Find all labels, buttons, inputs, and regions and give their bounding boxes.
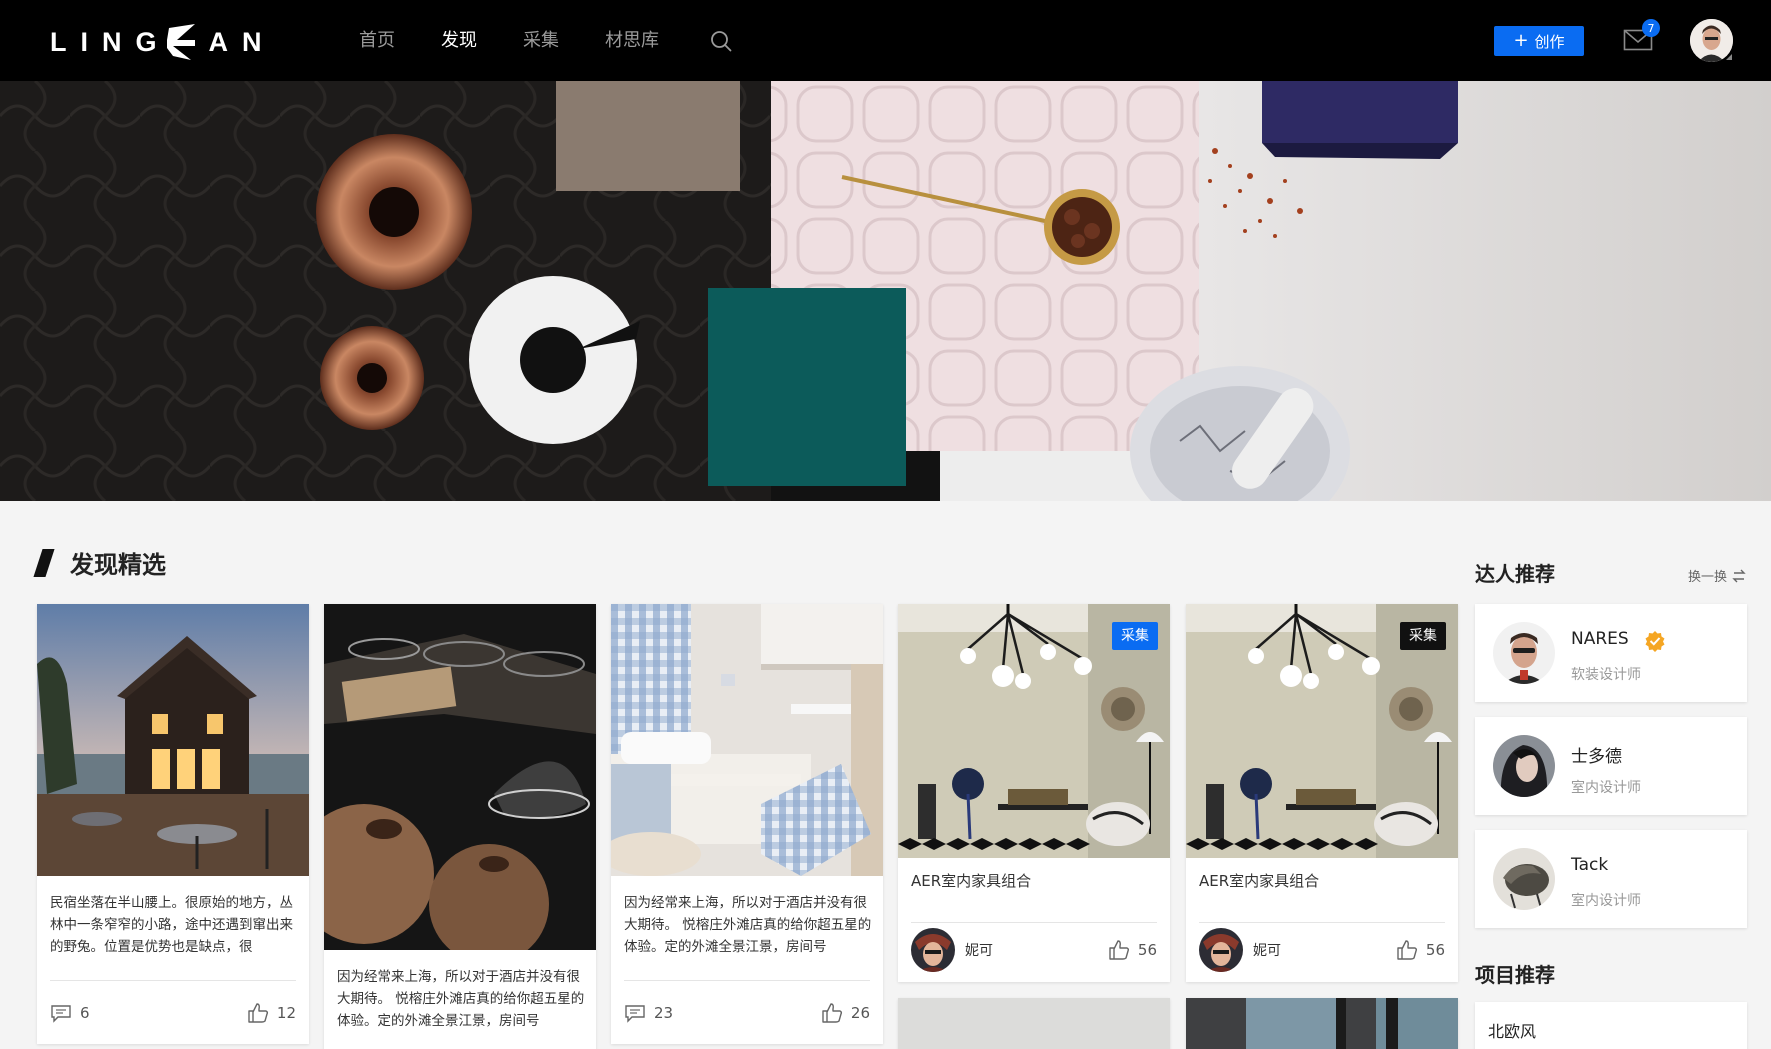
expert-card[interactable]: 士多德 室内设计师 bbox=[1475, 717, 1747, 815]
avatar-caret-icon bbox=[1726, 54, 1732, 60]
slash-accent-icon bbox=[33, 548, 55, 577]
swap-icon bbox=[1732, 569, 1746, 582]
section-heading: 发现精选 bbox=[33, 545, 166, 580]
post-image bbox=[611, 604, 883, 876]
nav-material-library[interactable]: 材思库 bbox=[605, 26, 659, 56]
collection-meta: 妮可 56 bbox=[1199, 928, 1445, 972]
author-avatar[interactable] bbox=[911, 928, 955, 972]
like-count: 26 bbox=[850, 1004, 870, 1022]
project-label: 北欧风 bbox=[1488, 1022, 1537, 1041]
like-count: 56 bbox=[1425, 941, 1445, 959]
nav-home[interactable]: 首页 bbox=[359, 26, 395, 56]
collection-card[interactable] bbox=[898, 998, 1170, 1049]
expert-card[interactable]: NARES 软装设计师 bbox=[1475, 604, 1747, 702]
post-card[interactable]: 因为经常来上海，所以对于酒店并没有很大期待。 悦榕庄外滩店真的给你超五星的体验。… bbox=[324, 604, 596, 1049]
collection-image bbox=[898, 998, 1170, 1049]
logo[interactable]: LING AN bbox=[50, 22, 276, 62]
refresh-button[interactable]: 换一换 bbox=[1688, 566, 1746, 585]
post-description: 民宿坐落在半山腰上。很原始的地方，丛林中一条窄窄的小路，途中还遇到窜出来的野兔。… bbox=[50, 895, 293, 955]
post-image bbox=[37, 604, 309, 876]
post-card[interactable]: 民宿坐落在半山腰上。很原始的地方，丛林中一条窄窄的小路，途中还遇到窜出来的野兔。… bbox=[37, 604, 309, 1044]
top-bar: LING AN 首页 发现 采集 材思库 + 创作 7 bbox=[0, 0, 1771, 81]
post-meta: 23 26 bbox=[624, 1002, 870, 1024]
collection-meta: 妮可 56 bbox=[911, 928, 1157, 972]
card-divider bbox=[624, 980, 870, 981]
search-icon[interactable] bbox=[709, 29, 733, 53]
comment-icon[interactable] bbox=[50, 1002, 72, 1024]
card-divider bbox=[1199, 922, 1445, 923]
expert-role: 室内设计师 bbox=[1571, 893, 1641, 909]
section-title: 发现精选 bbox=[70, 551, 166, 579]
post-meta: 6 12 bbox=[50, 1002, 296, 1024]
card-divider bbox=[50, 980, 296, 981]
collection-image bbox=[1186, 998, 1458, 1049]
collection-card[interactable]: 采集 AER室内家具组合 妮可 56 bbox=[898, 604, 1170, 982]
thumbs-up-icon[interactable] bbox=[821, 1002, 843, 1024]
author-name[interactable]: 妮可 bbox=[965, 940, 993, 960]
author-avatar[interactable] bbox=[1199, 928, 1243, 972]
like-count: 12 bbox=[276, 1004, 296, 1022]
notification-badge: 7 bbox=[1642, 19, 1660, 37]
author-name[interactable]: 妮可 bbox=[1253, 940, 1281, 960]
plus-icon: + bbox=[1513, 30, 1529, 51]
thumbs-up-icon[interactable] bbox=[1108, 939, 1130, 961]
collection-card[interactable] bbox=[1186, 998, 1458, 1049]
expert-role: 室内设计师 bbox=[1571, 780, 1641, 796]
hero-banner[interactable] bbox=[0, 81, 1771, 501]
post-description: 因为经常来上海，所以对于酒店并没有很大期待。 悦榕庄外滩店真的给你超五星的体验。… bbox=[337, 969, 585, 1029]
nav-collect[interactable]: 采集 bbox=[523, 26, 559, 56]
refresh-label: 换一换 bbox=[1688, 570, 1728, 585]
like-count: 56 bbox=[1137, 941, 1157, 959]
logo-mark-icon bbox=[166, 24, 195, 60]
expert-avatar bbox=[1493, 622, 1555, 684]
collection-card[interactable]: 采集 AER室内家具组合 妮可 56 bbox=[1186, 604, 1458, 982]
expert-avatar bbox=[1493, 735, 1555, 797]
collect-tag[interactable]: 采集 bbox=[1112, 622, 1158, 650]
project-item[interactable]: 北欧风 bbox=[1475, 1002, 1747, 1049]
thumbs-up-icon[interactable] bbox=[1396, 939, 1418, 961]
collection-title: AER室内家具组合 bbox=[911, 872, 1032, 890]
expert-name: Tack bbox=[1571, 855, 1609, 875]
comment-count: 6 bbox=[80, 1004, 90, 1022]
comment-count: 23 bbox=[654, 1004, 674, 1022]
experts-title: 达人推荐 bbox=[1475, 562, 1555, 586]
verified-badge-icon bbox=[1645, 631, 1665, 652]
create-button-label: 创作 bbox=[1534, 32, 1565, 51]
hero-image bbox=[0, 81, 1771, 501]
comment-icon[interactable] bbox=[624, 1002, 646, 1024]
collection-title: AER室内家具组合 bbox=[1199, 872, 1320, 890]
collect-tag[interactable]: 采集 bbox=[1400, 622, 1446, 650]
projects-title: 项目推荐 bbox=[1475, 963, 1555, 987]
main-nav: 首页 发现 采集 材思库 bbox=[359, 26, 733, 56]
expert-role: 软装设计师 bbox=[1571, 667, 1641, 683]
expert-name: NARES bbox=[1571, 629, 1629, 649]
expert-name: 士多德 bbox=[1571, 747, 1622, 767]
post-image bbox=[324, 604, 596, 950]
thumbs-up-icon[interactable] bbox=[247, 1002, 269, 1024]
expert-card[interactable]: Tack 室内设计师 bbox=[1475, 830, 1747, 928]
card-divider bbox=[911, 922, 1157, 923]
post-description: 因为经常来上海，所以对于酒店并没有很大期待。 悦榕庄外滩店真的给你超五星的体验。… bbox=[624, 895, 872, 955]
post-card[interactable]: 因为经常来上海，所以对于酒店并没有很大期待。 悦榕庄外滩店真的给你超五星的体验。… bbox=[611, 604, 883, 1044]
expert-avatar bbox=[1493, 848, 1555, 910]
create-button[interactable]: + 创作 bbox=[1494, 26, 1584, 56]
nav-discover[interactable]: 发现 bbox=[441, 26, 477, 56]
